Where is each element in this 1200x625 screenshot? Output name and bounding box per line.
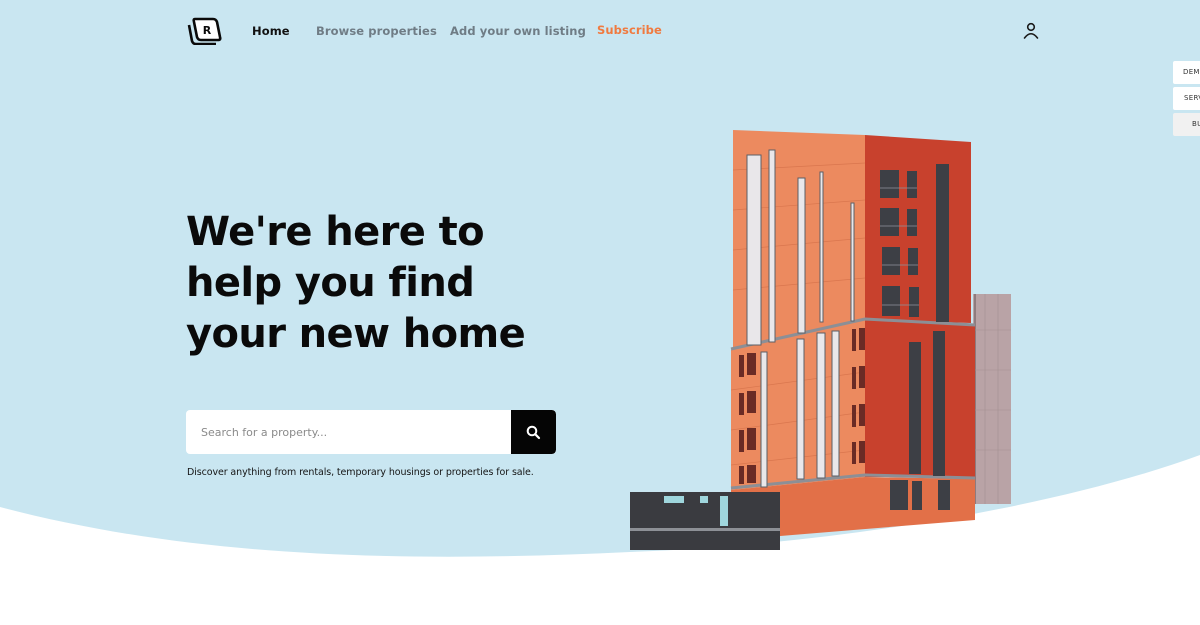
nav-link-subscribe[interactable]: Subscribe (597, 23, 662, 37)
user-icon[interactable] (1022, 22, 1040, 40)
headline-line: help you find (186, 260, 475, 306)
svg-text:R: R (203, 24, 212, 37)
hero-background (0, 0, 1200, 557)
nav-link-add-listing[interactable]: Add your own listing (450, 24, 586, 38)
hero-subtext: Discover anything from rentals, temporar… (187, 467, 534, 478)
headline-line: your new home (186, 311, 526, 357)
side-tab-buy[interactable]: BUY (1173, 113, 1200, 136)
r-stacked-logo-icon[interactable]: R (186, 17, 222, 45)
side-tab-demo[interactable]: DEMO (1173, 61, 1200, 84)
property-search (186, 410, 556, 454)
side-tabs: DEMO SERVICES BUY (1173, 61, 1200, 139)
headline-line: We're here to (186, 209, 485, 255)
top-navigation: R Home Browse properties Add your own li… (0, 0, 1200, 62)
nav-link-home[interactable]: Home (252, 24, 290, 38)
search-input[interactable] (186, 410, 512, 454)
hero-headline: We're here to help you find your new hom… (186, 207, 566, 360)
side-tab-services[interactable]: SERVICES (1173, 87, 1200, 110)
search-button[interactable] (511, 410, 556, 454)
building-illustration (630, 130, 1011, 550)
search-icon (526, 425, 541, 439)
nav-link-browse-properties[interactable]: Browse properties (316, 24, 437, 38)
